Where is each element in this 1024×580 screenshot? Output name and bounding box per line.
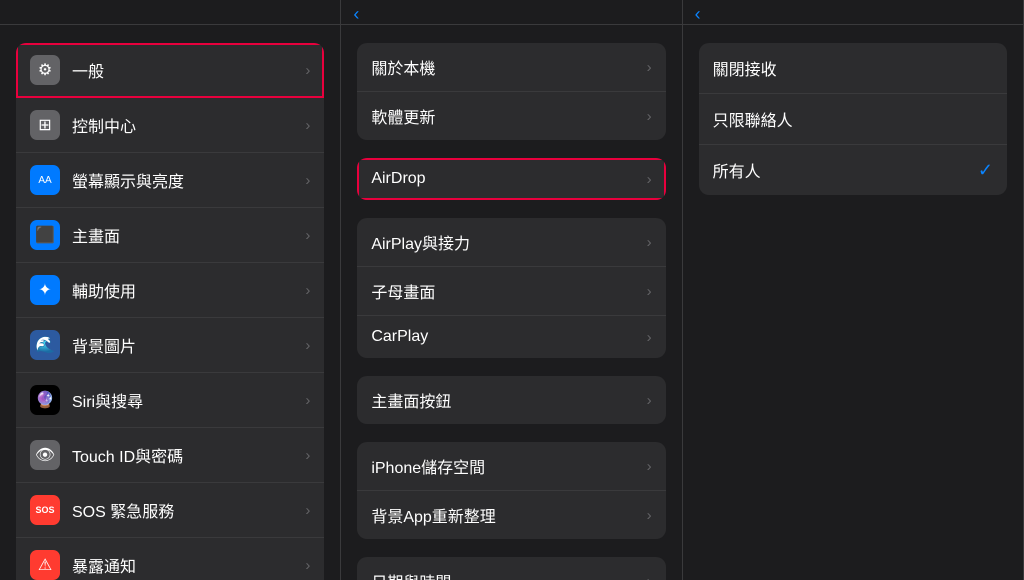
general-picture-in-picture-chevron-icon: › [647,283,652,300]
settings-row-touch-id[interactable]: 👁 Touch ID與密碼› [16,428,324,483]
display-label: 螢幕顯示與亮度 [72,168,305,192]
settings-row-home-screen[interactable]: ⬛ 主畫面› [16,208,324,263]
general-header: ‹ [341,0,681,25]
general-row-date-time[interactable]: 日期與時間› [357,557,665,580]
airdrop-header: ‹ [683,0,1023,25]
settings-row-general[interactable]: ⚙ 一般› [16,43,324,98]
home-screen-label: 主畫面 [72,223,305,247]
general-group-group4: 主畫面按鈕› [357,376,665,424]
airdrop-option-everyone-label: 所有人 [713,158,978,182]
settings-row-exposure[interactable]: ⚠ 暴露通知› [16,538,324,580]
exposure-label: 暴露通知 [72,553,305,577]
touch-id-chevron-icon: › [305,447,310,464]
general-row-iphone-storage[interactable]: iPhone儲存空間› [357,442,665,491]
exposure-icon: ⚠ [30,550,60,580]
general-bg-app-refresh-chevron-icon: › [647,507,652,524]
general-date-time-label: 日期與時間 [371,569,646,580]
wallpaper-icon: 🌊 [30,330,60,360]
settings-main-group: ⚙一般›⊞控制中心›AA螢幕顯示與亮度›⬛主畫面›✦輔助使用›🌊背景圖片›🔮Si… [16,43,324,580]
general-list: 關於本機›軟體更新›AirDrop›AirPlay與接力›子母畫面›CarPla… [341,25,681,580]
siri-chevron-icon: › [305,392,310,409]
general-group-group3: AirPlay與接力›子母畫面›CarPlay› [357,218,665,358]
airdrop-option-everyone-check-icon: ✓ [978,160,993,181]
general-icon: ⚙ [30,55,60,85]
control-center-chevron-icon: › [305,117,310,134]
back-chevron-icon: ‹ [353,4,359,25]
airdrop-option-off-label: 關閉接收 [713,56,993,80]
general-group-group6: 日期與時間› [357,557,665,580]
general-about-label: 關於本機 [371,55,646,79]
exposure-chevron-icon: › [305,557,310,574]
panel-settings: ⚙一般›⊞控制中心›AA螢幕顯示與亮度›⬛主畫面›✦輔助使用›🌊背景圖片›🔮Si… [0,0,341,580]
touch-id-icon: 👁 [30,440,60,470]
control-center-icon: ⊞ [30,110,60,140]
panel-airdrop: ‹ 關閉接收只限聯絡人所有人✓ [683,0,1024,580]
general-airplay-chevron-icon: › [647,234,652,251]
general-group-group1: 關於本機›軟體更新› [357,43,665,140]
siri-icon: 🔮 [30,385,60,415]
general-row-airplay[interactable]: AirPlay與接力› [357,218,665,267]
general-bg-app-refresh-label: 背景App重新整理 [371,503,646,527]
wallpaper-label: 背景圖片 [72,333,305,357]
general-row-carplay[interactable]: CarPlay› [357,316,665,358]
siri-label: Siri與搜尋 [72,388,305,412]
airdrop-back-button[interactable]: ‹ [695,4,704,25]
settings-row-accessibility[interactable]: ✦ 輔助使用› [16,263,324,318]
control-center-label: 控制中心 [72,113,305,137]
airdrop-content: 關閉接收只限聯絡人所有人✓ [683,25,1023,580]
home-screen-chevron-icon: › [305,227,310,244]
general-home-button-label: 主畫面按鈕 [371,388,646,412]
settings-row-wallpaper[interactable]: 🌊 背景圖片› [16,318,324,373]
general-row-about[interactable]: 關於本機› [357,43,665,92]
home-screen-icon: ⬛ [30,220,60,250]
general-software-update-chevron-icon: › [647,108,652,125]
general-software-update-label: 軟體更新 [371,104,646,128]
general-carplay-label: CarPlay [371,328,646,346]
settings-header [0,0,340,25]
sos-icon: SOS [30,495,60,525]
general-date-time-chevron-icon: › [647,573,652,580]
settings-row-sos[interactable]: SOS SOS 緊急服務› [16,483,324,538]
general-airplay-label: AirPlay與接力 [371,230,646,254]
general-row-picture-in-picture[interactable]: 子母畫面› [357,267,665,316]
accessibility-label: 輔助使用 [72,278,305,302]
accessibility-icon: ✦ [30,275,60,305]
general-home-button-chevron-icon: › [647,392,652,409]
general-airdrop-label: AirDrop [371,170,646,188]
general-iphone-storage-chevron-icon: › [647,458,652,475]
settings-list: ⚙一般›⊞控制中心›AA螢幕顯示與亮度›⬛主畫面›✦輔助使用›🌊背景圖片›🔮Si… [0,25,340,580]
panel-general: ‹ 關於本機›軟體更新›AirDrop›AirPlay與接力›子母畫面›CarP… [341,0,682,580]
general-back-button[interactable]: ‹ [353,4,362,25]
airdrop-option-off[interactable]: 關閉接收 [699,43,1007,94]
general-about-chevron-icon: › [647,59,652,76]
general-row-airdrop[interactable]: AirDrop› [357,158,665,200]
sos-chevron-icon: › [305,502,310,519]
wallpaper-chevron-icon: › [305,337,310,354]
general-row-home-button[interactable]: 主畫面按鈕› [357,376,665,424]
general-carplay-chevron-icon: › [647,329,652,346]
airdrop-options-group: 關閉接收只限聯絡人所有人✓ [699,43,1007,195]
display-chevron-icon: › [305,172,310,189]
settings-row-display[interactable]: AA 螢幕顯示與亮度› [16,153,324,208]
general-group-group2: AirDrop› [357,158,665,200]
general-picture-in-picture-label: 子母畫面 [371,279,646,303]
general-row-bg-app-refresh[interactable]: 背景App重新整理› [357,491,665,539]
accessibility-chevron-icon: › [305,282,310,299]
general-row-software-update[interactable]: 軟體更新› [357,92,665,140]
display-icon: AA [30,165,60,195]
airdrop-option-everyone[interactable]: 所有人✓ [699,145,1007,195]
general-chevron-icon: › [305,62,310,79]
settings-row-siri[interactable]: 🔮 Siri與搜尋› [16,373,324,428]
sos-label: SOS 緊急服務 [72,498,305,522]
general-label: 一般 [72,58,305,82]
settings-row-control-center[interactable]: ⊞ 控制中心› [16,98,324,153]
general-airdrop-chevron-icon: › [647,171,652,188]
airdrop-option-contacts-only-label: 只限聯絡人 [713,107,993,131]
airdrop-back-chevron-icon: ‹ [695,4,701,25]
airdrop-option-contacts-only[interactable]: 只限聯絡人 [699,94,1007,145]
general-group-group5: iPhone儲存空間›背景App重新整理› [357,442,665,539]
touch-id-label: Touch ID與密碼 [72,443,305,467]
general-iphone-storage-label: iPhone儲存空間 [371,454,646,478]
